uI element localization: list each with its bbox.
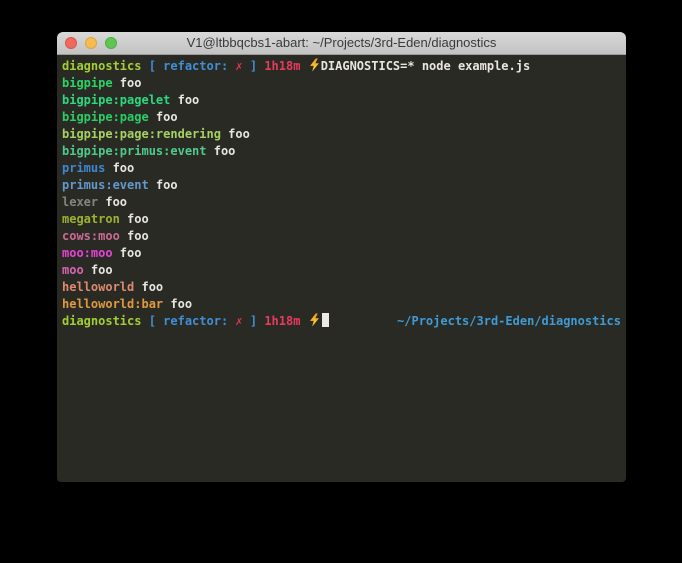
text-segment: foo xyxy=(113,246,142,260)
text-segment: ✗ xyxy=(235,314,242,328)
terminal-line: moo:moo foo xyxy=(62,245,621,262)
text-segment: foo xyxy=(134,280,163,294)
text-segment: foo xyxy=(221,127,250,141)
terminal-line: primus:event foo xyxy=(62,177,621,194)
text-segment: moo:moo xyxy=(62,246,113,260)
terminal-line: bigpipe:page:rendering foo xyxy=(62,126,621,143)
cwd-path: ~/Projects/3rd-Eden/diagnostics xyxy=(397,313,621,330)
text-segment: foo xyxy=(149,178,178,192)
text-segment: DIAGNOSTICS=* node example.js xyxy=(321,59,531,73)
window-title: V1@ltbbqcbs1-abart: ~/Projects/3rd-Eden/… xyxy=(187,32,497,54)
text-segment: helloworld:bar xyxy=(62,297,163,311)
text-segment: cows:moo xyxy=(62,229,120,243)
text-segment: moo xyxy=(62,263,84,277)
text-segment: primus xyxy=(62,161,105,175)
text-segment: bigpipe:pagelet xyxy=(62,93,170,107)
text-segment: bigpipe:page:rendering xyxy=(62,127,221,141)
terminal-window: V1@ltbbqcbs1-abart: ~/Projects/3rd-Eden/… xyxy=(57,32,626,482)
terminal-line: bigpipe:pagelet foo xyxy=(62,92,621,109)
text-segment: lexer xyxy=(62,195,98,209)
text-segment: ✗ xyxy=(235,59,242,73)
text-segment: megatron xyxy=(62,212,120,226)
terminal-line: diagnostics [ refactor: ✗ ] 1h18m DIAGNO… xyxy=(62,58,621,75)
text-segment: foo xyxy=(120,212,149,226)
text-segment: foo xyxy=(149,110,178,124)
cursor-block xyxy=(322,313,329,327)
text-segment: foo xyxy=(207,144,236,158)
terminal-line: bigpipe:page foo xyxy=(62,109,621,126)
text-segment: foo xyxy=(98,195,127,209)
terminal-line: bigpipe:primus:event foo xyxy=(62,143,621,160)
terminal-line: diagnostics [ refactor: ✗ ] 1h18m ~/Proj… xyxy=(62,313,621,330)
terminal-line: helloworld foo xyxy=(62,279,621,296)
terminal-line: moo foo xyxy=(62,262,621,279)
terminal-line: megatron foo xyxy=(62,211,621,228)
text-segment: bigpipe:primus:event xyxy=(62,144,207,158)
text-segment: [ refactor: xyxy=(149,59,236,73)
text-segment: bigpipe xyxy=(62,76,113,90)
text-segment: foo xyxy=(163,297,192,311)
desktop: V1@ltbbqcbs1-abart: ~/Projects/3rd-Eden/… xyxy=(0,0,682,563)
text-segment: foo xyxy=(105,161,134,175)
text-segment: foo xyxy=(84,263,113,277)
text-segment: 1h18m xyxy=(264,59,307,73)
text-segment: ] xyxy=(243,314,265,328)
title-bar[interactable]: V1@ltbbqcbs1-abart: ~/Projects/3rd-Eden/… xyxy=(57,32,626,55)
text-segment: foo xyxy=(170,93,199,107)
window-controls xyxy=(65,32,117,54)
terminal-line: lexer foo xyxy=(62,194,621,211)
text-segment: helloworld xyxy=(62,280,134,294)
terminal-line: cows:moo foo xyxy=(62,228,621,245)
lightning-icon xyxy=(308,58,321,72)
close-button[interactable] xyxy=(65,37,77,49)
text-segment: foo xyxy=(120,229,149,243)
text-segment: bigpipe:page xyxy=(62,110,149,124)
text-segment: diagnostics xyxy=(62,314,149,328)
text-segment: diagnostics xyxy=(62,59,149,73)
terminal-line: primus foo xyxy=(62,160,621,177)
terminal-line: bigpipe foo xyxy=(62,75,621,92)
terminal-output[interactable]: diagnostics [ refactor: ✗ ] 1h18m DIAGNO… xyxy=(57,55,626,482)
text-segment: primus:event xyxy=(62,178,149,192)
text-segment: ] xyxy=(243,59,265,73)
terminal-line: helloworld:bar foo xyxy=(62,296,621,313)
minimize-button[interactable] xyxy=(85,37,97,49)
lightning-icon xyxy=(308,313,321,327)
text-segment: 1h18m xyxy=(264,314,307,328)
zoom-button[interactable] xyxy=(105,37,117,49)
text-segment: [ refactor: xyxy=(149,314,236,328)
text-segment: foo xyxy=(113,76,142,90)
